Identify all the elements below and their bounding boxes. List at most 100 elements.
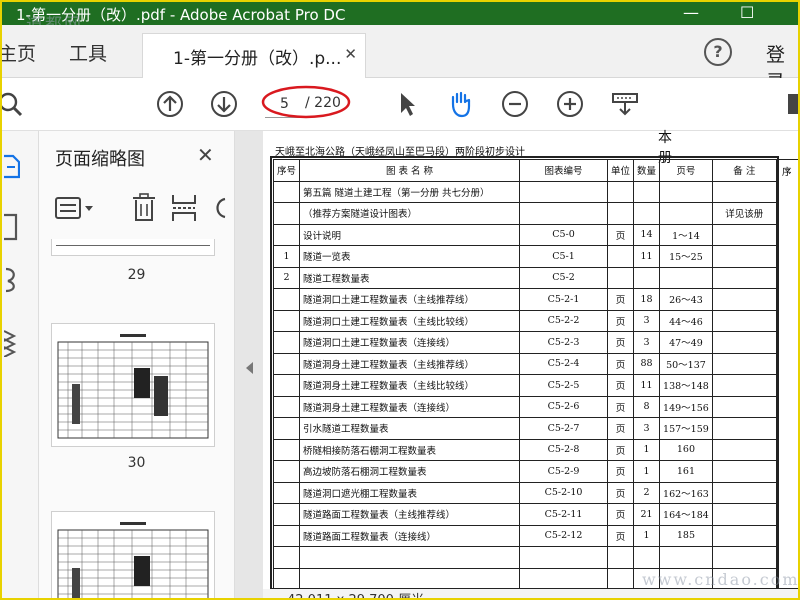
table-cell: 隧道洞身土建工程数量表（主线推荐线） (299, 352, 521, 375)
watermark-bottom: www.cndao.com (642, 570, 800, 589)
thumbnail-panel-title: 页面缩略图 (55, 149, 145, 170)
hand-tool-icon[interactable] (446, 90, 474, 118)
table-cell: 162～163 (659, 481, 713, 504)
minimize-button[interactable]: — (683, 3, 699, 22)
layers-icon[interactable] (4, 327, 22, 357)
table-cell: C5-2 (519, 266, 609, 289)
table-cell: 160 (659, 438, 713, 461)
table-cell: 隧道工程数量表 (299, 266, 521, 289)
table-cell: 161 (659, 460, 713, 483)
table-cell (633, 180, 661, 203)
table-cell: 1 (633, 460, 661, 483)
table-cell: 2 (633, 481, 661, 504)
red-highlight-ellipse (261, 85, 351, 119)
table-cell (711, 288, 777, 311)
rotate-page-icon[interactable] (211, 195, 231, 221)
table-row: 隧道洞口遮光棚工程数量表 C5-2-10 页 2 162～163 (272, 481, 777, 504)
nav-home[interactable]: 主页 (2, 39, 36, 66)
acrobat-window: 1-第一分册（改）.pdf - Adobe Acrobat Pro DC — ☐… (0, 0, 800, 600)
thumbnail-page-31[interactable] (51, 511, 215, 598)
next-table-header: 序 (782, 167, 792, 178)
table-header-cell: 图 表 名 称 (299, 159, 521, 182)
table-cell: 页 (607, 331, 635, 354)
maximize-button[interactable]: ☐ (740, 3, 754, 22)
table-cell (272, 567, 301, 590)
table-cell: C5-2-1 (519, 288, 609, 311)
thumbnail-page-30[interactable] (51, 323, 215, 447)
select-arrow-icon[interactable] (393, 90, 421, 118)
thumbnail-panel-close-icon[interactable]: ✕ (197, 143, 214, 167)
page-up-icon[interactable] (156, 90, 184, 118)
page-down-icon[interactable] (210, 90, 238, 118)
table-cell: 隧道洞口土建工程数量表（主线推荐线） (299, 288, 521, 311)
table-row: 高边坡防落石棚洞工程数量表 C5-2-9 页 1 161 (272, 460, 777, 483)
help-icon[interactable]: ? (704, 38, 732, 66)
zoom-out-icon[interactable] (501, 90, 529, 118)
scroll-mode-icon[interactable] (611, 90, 639, 118)
table-cell: C5-2-6 (519, 395, 609, 418)
table-body: 第五篇 隧道土建工程（第一分册 共七分册） （推荐方案隧道设计图表） 详见该册 设计说… (272, 180, 777, 590)
table-cell: 26～43 (659, 288, 713, 311)
table-header-cell: 单位 (607, 159, 635, 182)
document-area[interactable]: 天峨至北海公路（天峨经凤山至巴马段）两阶段初步设计 本 册 序号 图 表 名 称… (235, 130, 798, 598)
table-cell (659, 202, 713, 225)
table-cell (633, 202, 661, 225)
table-row: 隧道洞身土建工程数量表（主线比较线） C5-2-5 页 11 138～148 (272, 374, 777, 397)
table-header-cell: 数量 (633, 159, 661, 182)
pdf-page: 天峨至北海公路（天峨经凤山至巴马段）两阶段初步设计 本 册 序号 图 表 名 称… (263, 130, 798, 591)
table-cell: C5-2-11 (519, 503, 609, 526)
table-row: 第五篇 隧道土建工程（第一分册 共七分册） (272, 180, 777, 203)
toolbar: / 220 (2, 78, 798, 131)
table-cell (659, 266, 713, 289)
thumbnail-page-29[interactable] (51, 239, 215, 256)
table-cell (272, 460, 301, 483)
table-cell (272, 202, 301, 225)
table-cell: 页 (607, 417, 635, 440)
table-row: 设计说明 C5-0 页 14 1～14 (272, 223, 777, 246)
table-cell: 设计说明 (299, 223, 521, 246)
table-cell: 页 (607, 524, 635, 547)
tab-close-icon[interactable]: ✕ (344, 45, 357, 63)
document-tab[interactable]: 1-第一分册（改）.p... ✕ (142, 33, 366, 79)
table-cell: 页 (607, 503, 635, 526)
nav-tools[interactable]: 工具 (69, 39, 107, 66)
collapse-panel-arrow-icon[interactable] (246, 362, 253, 374)
table-header-cell: 页号 (659, 159, 713, 182)
table-row: 引水隧道工程数量表 C5-2-7 页 3 157～159 (272, 417, 777, 440)
table-header-cell: 序号 (272, 159, 301, 182)
table-cell (272, 503, 301, 526)
table-cell: 桥隧相接防落石棚洞工程数量表 (299, 438, 521, 461)
table-cell: C5-2-9 (519, 460, 609, 483)
table-header-row: 序号 图 表 名 称 图表编号 单位 数量 页号 备 注 (272, 159, 777, 182)
table-cell (711, 180, 777, 203)
table-cell: 3 (633, 417, 661, 440)
table-cell (659, 546, 713, 569)
zoom-in-icon[interactable] (556, 90, 584, 118)
table-row: 桥隧相接防落石棚洞工程数量表 C5-2-8 页 1 160 (272, 438, 777, 461)
table-cell (519, 202, 609, 225)
table-cell: 1 (633, 524, 661, 547)
table-cell: 138～148 (659, 374, 713, 397)
table-cell: 11 (633, 245, 661, 268)
page-thumbnails-icon[interactable] (4, 153, 20, 179)
delete-page-icon[interactable] (131, 193, 157, 223)
thumbnail-options-icon[interactable] (55, 195, 95, 221)
table-cell (519, 180, 609, 203)
table-cell (711, 374, 777, 397)
table-cell (272, 546, 301, 569)
more-tools-icon[interactable] (788, 90, 800, 118)
table-cell: 引水隧道工程数量表 (299, 417, 521, 440)
table-cell (272, 374, 301, 397)
bookmark-icon[interactable] (4, 213, 18, 241)
table-cell (272, 417, 301, 440)
table-cell: 14 (633, 223, 661, 246)
attachment-icon[interactable] (4, 265, 20, 293)
table-cell: 47～49 (659, 331, 713, 354)
table-cell: 隧道洞身土建工程数量表（主线比较线） (299, 374, 521, 397)
zoom-icon[interactable] (0, 90, 24, 118)
table-cell: 页 (607, 460, 635, 483)
table-cell: （推荐方案隧道设计图表） (299, 202, 521, 225)
extract-pages-icon[interactable] (171, 193, 197, 223)
table-cell: C5-2-12 (519, 524, 609, 547)
table-cell: 15～25 (659, 245, 713, 268)
